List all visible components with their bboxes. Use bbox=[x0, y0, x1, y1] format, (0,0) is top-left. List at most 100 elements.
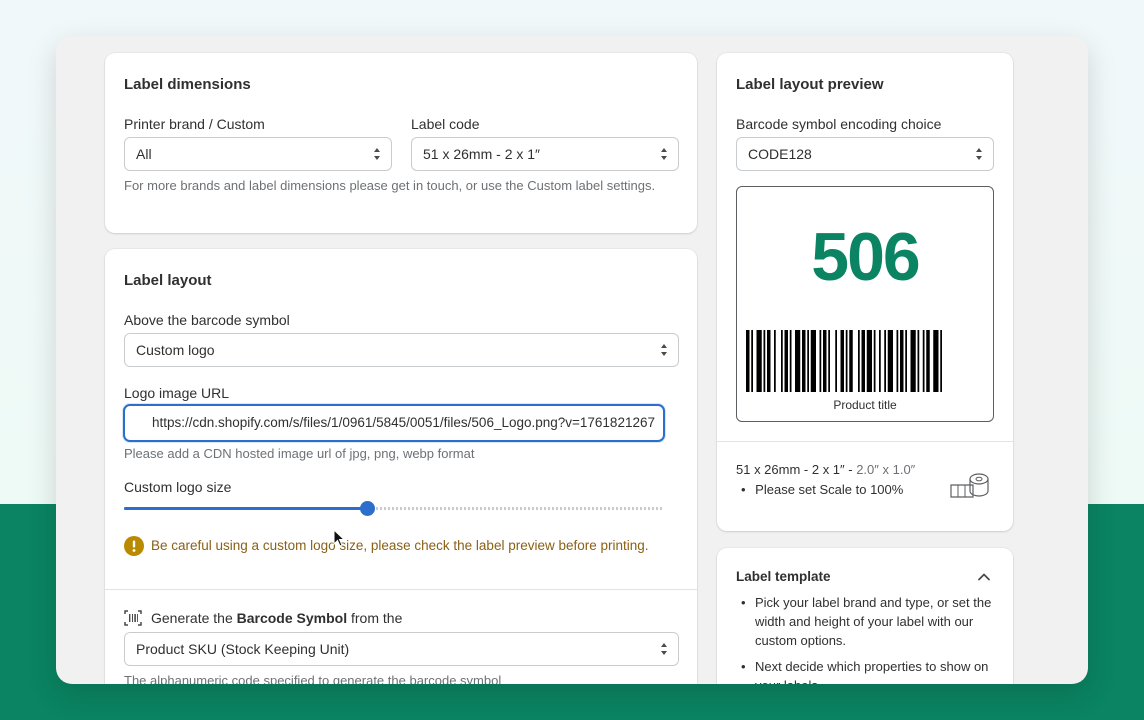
barcode-bar bbox=[751, 330, 753, 392]
barcode-bar bbox=[887, 330, 893, 392]
preview-divider bbox=[717, 441, 1013, 442]
label-template-title: Label template bbox=[736, 569, 831, 584]
label-code-select[interactable]: 51 x 26mm - 2 x 1″ bbox=[411, 137, 679, 171]
barcode-bar bbox=[746, 330, 750, 392]
scale-note-text: Please set Scale to 100% bbox=[755, 482, 904, 497]
label-size-main: 51 x 26mm - 2 x 1″ - bbox=[736, 462, 857, 477]
barcode-bar bbox=[861, 330, 865, 392]
label-dimensions-card: Label dimensions Printer brand / Custom … bbox=[105, 53, 697, 233]
label-code-value: 51 x 26mm - 2 x 1″ bbox=[423, 146, 540, 162]
barcode-bar bbox=[767, 330, 771, 392]
scale-note: • Please set Scale to 100% bbox=[741, 482, 904, 497]
barcode-bar bbox=[917, 330, 920, 392]
encoding-label: Barcode symbol encoding choice bbox=[736, 116, 942, 132]
label-roll-icon bbox=[950, 473, 989, 498]
barcode-bar bbox=[795, 330, 801, 392]
logo-url-help: Please add a CDN hosted image url of jpg… bbox=[124, 446, 475, 461]
barcode-bar bbox=[802, 330, 806, 392]
barcode-bar bbox=[807, 330, 809, 392]
barcode-bar bbox=[835, 330, 837, 392]
above-barcode-label: Above the barcode symbol bbox=[124, 312, 290, 328]
barcode-bar bbox=[823, 330, 827, 392]
label-size-inches: 2.0″ x 1.0″ bbox=[856, 462, 916, 477]
barcode-bar bbox=[756, 330, 762, 392]
barcode-bar bbox=[905, 330, 907, 392]
label-layout-title: Label layout bbox=[124, 272, 212, 289]
template-step-text: Pick your label brand and type, or set t… bbox=[755, 595, 992, 648]
logo-url-label: Logo image URL bbox=[124, 385, 230, 401]
barcode-bar bbox=[896, 330, 899, 392]
barcode-bar bbox=[845, 330, 848, 392]
barcode-bar bbox=[866, 330, 872, 392]
logo-preview: 506 bbox=[811, 219, 920, 295]
barcode-bar bbox=[810, 330, 816, 392]
label-preview-card: Label layout preview Barcode symbol enco… bbox=[717, 53, 1013, 531]
barcode-bar bbox=[879, 330, 881, 392]
up-down-arrows-icon bbox=[661, 643, 667, 655]
product-title-text: Product title bbox=[833, 398, 897, 412]
dimensions-help-text: For more brands and label dimensions ple… bbox=[124, 178, 656, 193]
barcode-bar bbox=[774, 330, 776, 392]
slider-fill bbox=[124, 507, 367, 510]
label-dimensions-title: Label dimensions bbox=[124, 76, 251, 93]
barcode-bar bbox=[940, 330, 942, 392]
label-preview-title: Label layout preview bbox=[736, 76, 884, 93]
barcode-bar bbox=[884, 330, 886, 392]
barcode-icon bbox=[124, 610, 142, 626]
logo-size-warning: Be careful using a custom logo size, ple… bbox=[151, 538, 649, 553]
logo-url-input[interactable]: https://cdn.shopify.com/s/files/1/0961/5… bbox=[123, 404, 665, 442]
up-down-arrows-icon bbox=[661, 344, 667, 356]
template-step-text: Next decide which properties to show on … bbox=[755, 659, 989, 684]
logo-size-label: Custom logo size bbox=[124, 479, 232, 495]
bullet: • bbox=[741, 659, 746, 674]
generate-bold: Barcode Symbol bbox=[236, 610, 348, 626]
template-step: • Pick your label brand and type, or set… bbox=[741, 593, 999, 650]
chevron-up-icon[interactable] bbox=[977, 570, 991, 584]
generate-suffix: from the bbox=[347, 610, 403, 626]
barcode-bar bbox=[784, 330, 788, 392]
barcode-bar bbox=[900, 330, 904, 392]
barcode-bar bbox=[922, 330, 925, 392]
encoding-select[interactable]: CODE128 bbox=[736, 137, 994, 171]
up-down-arrows-icon bbox=[374, 148, 380, 160]
barcode-bar bbox=[926, 330, 930, 392]
slider-handle[interactable] bbox=[360, 501, 375, 516]
label-layout-card: Label layout Above the barcode symbol Cu… bbox=[105, 249, 697, 684]
barcode-bar bbox=[873, 330, 876, 392]
printer-brand-value: All bbox=[136, 146, 152, 162]
barcode-bar bbox=[849, 330, 853, 392]
mouse-cursor-icon bbox=[333, 529, 346, 547]
barcode-source-select[interactable]: Product SKU (Stock Keeping Unit) bbox=[124, 632, 679, 666]
up-down-arrows-icon bbox=[661, 148, 667, 160]
label-preview-box: 506 Product title bbox=[736, 186, 994, 422]
logo-size-slider[interactable] bbox=[124, 499, 664, 517]
label-template-card: Label template • Pick your label brand a… bbox=[717, 548, 1013, 684]
barcode-bar bbox=[819, 330, 822, 392]
barcode-bar bbox=[789, 330, 792, 392]
label-size-info: 51 x 26mm - 2 x 1″ - 2.0″ x 1.0″ bbox=[736, 462, 915, 477]
printer-brand-select[interactable]: All bbox=[124, 137, 392, 171]
barcode-preview bbox=[746, 330, 942, 392]
barcode-bar bbox=[828, 330, 830, 392]
above-barcode-value: Custom logo bbox=[136, 342, 215, 358]
section-divider bbox=[105, 589, 697, 590]
above-barcode-select[interactable]: Custom logo bbox=[124, 333, 679, 367]
barcode-source-help: The alphanumeric code specified to gener… bbox=[124, 673, 502, 684]
barcode-source-label: Generate the Barcode Symbol from the bbox=[151, 610, 402, 626]
generate-prefix: Generate the bbox=[151, 610, 237, 626]
up-down-arrows-icon bbox=[976, 148, 982, 160]
label-code-label: Label code bbox=[411, 116, 480, 132]
barcode-bar bbox=[933, 330, 939, 392]
app-window: Label dimensions Printer brand / Custom … bbox=[56, 36, 1088, 684]
barcode-bar bbox=[910, 330, 916, 392]
warning-icon bbox=[124, 536, 144, 556]
printer-brand-label: Printer brand / Custom bbox=[124, 116, 265, 132]
barcode-bar bbox=[763, 330, 766, 392]
barcode-bar bbox=[840, 330, 844, 392]
encoding-value: CODE128 bbox=[748, 146, 812, 162]
barcode-bar bbox=[781, 330, 783, 392]
barcode-bar bbox=[858, 330, 860, 392]
barcode-source-value: Product SKU (Stock Keeping Unit) bbox=[136, 641, 350, 657]
logo-url-value: https://cdn.shopify.com/s/files/1/0961/5… bbox=[151, 415, 655, 430]
bullet: • bbox=[741, 595, 746, 610]
